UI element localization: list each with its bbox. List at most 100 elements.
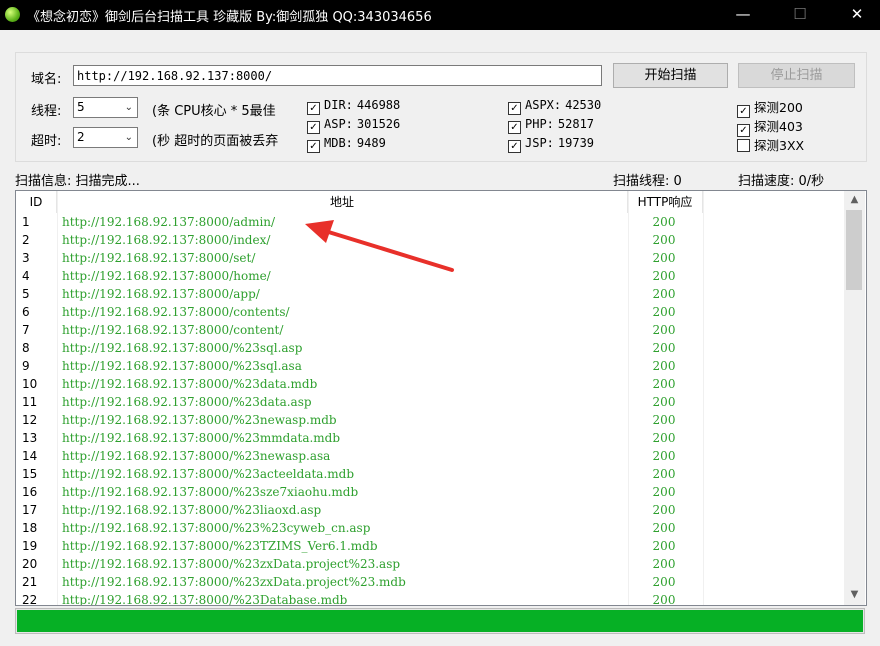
dict-php-checkbox[interactable]: ✓ PHP: 52817 [508,116,594,134]
row-id: 17 [22,503,38,517]
row-url[interactable]: http://192.168.92.137:8000/content/ [62,321,283,339]
row-url[interactable]: http://192.168.92.137:8000/index/ [62,231,270,249]
row-url[interactable]: http://192.168.92.137:8000/%23zxData.pro… [62,573,406,591]
window-title: 《想念初恋》御剑后台扫描工具 珍藏版 By:御剑孤独 QQ:343034656 [27,10,432,25]
column-header-address[interactable]: 地址 [57,191,628,213]
dict-asp-checkbox[interactable]: ✓ ASP: 301526 [307,116,400,134]
row-http-status: 200 [652,413,676,427]
table-row[interactable]: 22 http://192.168.92.137:8000/%23Database… [16,591,844,606]
row-url[interactable]: http://192.168.92.137:8000/%23data.asp [62,393,312,411]
row-url[interactable]: http://192.168.92.137:8000/contents/ [62,303,290,321]
row-http-status: 200 [652,449,676,463]
probe-200-checkbox[interactable]: ✓ 探测200 [737,97,803,118]
row-url[interactable]: http://192.168.92.137:8000/%23zxData.pro… [62,555,400,573]
table-row[interactable]: 20 http://192.168.92.137:8000/%23zxData.p… [16,555,844,573]
maximize-button[interactable]: ☐ [777,0,823,30]
row-id: 22 [22,593,38,606]
table-body: 1 http://192.168.92.137:8000/admin/200 2 ht… [16,213,844,606]
probe-403-checkbox[interactable]: ✓ 探测403 [737,116,803,137]
timeout-label: 超时: [31,134,62,149]
threads-select[interactable]: 5 ⌄ [73,97,138,118]
table-row[interactable]: 6 http://192.168.92.137:8000/contents/200 [16,303,844,321]
row-id: 14 [22,449,38,463]
row-http-status: 200 [652,395,676,409]
row-url[interactable]: http://192.168.92.137:8000/%23mmdata.mdb [62,429,340,447]
dict-dir-checkbox[interactable]: ✓ DIR: 446988 [307,97,400,115]
table-row[interactable]: 18 http://192.168.92.137:8000/%23%23cyweb… [16,519,844,537]
scroll-up-icon[interactable]: ▲ [844,191,865,208]
check-icon: ✓ [307,102,320,115]
minimize-button[interactable]: — [720,0,766,30]
start-scan-button[interactable]: 开始扫描 [613,63,728,88]
row-id: 20 [22,557,38,571]
row-url[interactable]: http://192.168.92.137:8000/%23data.mdb [62,375,317,393]
row-url[interactable]: http://192.168.92.137:8000/%23newasp.asa [62,447,330,465]
row-url[interactable]: http://192.168.92.137:8000/%23%23cyweb_c… [62,519,370,537]
row-id: 16 [22,485,38,499]
table-row[interactable]: 15 http://192.168.92.137:8000/%23acteelda… [16,465,844,483]
close-button[interactable]: ✕ [834,0,880,30]
table-row[interactable]: 2 http://192.168.92.137:8000/index/200 [16,231,844,249]
probe-3xx-checkbox[interactable]: 探测3XX [737,135,804,154]
row-url[interactable]: http://192.168.92.137:8000/%23sql.asp [62,339,302,357]
row-http-status: 200 [652,341,676,355]
table-row[interactable]: 12 http://192.168.92.137:8000/%23newasp.m… [16,411,844,429]
table-row[interactable]: 9 http://192.168.92.137:8000/%23sql.asa 20… [16,357,844,375]
row-url[interactable]: http://192.168.92.137:8000/app/ [62,285,260,303]
app-icon [5,7,20,22]
row-url[interactable]: http://192.168.92.137:8000/%23sql.asa [62,357,302,375]
row-url[interactable]: http://192.168.92.137:8000/admin/ [62,213,275,231]
table-row[interactable]: 17 http://192.168.92.137:8000/%23liaoxd.a… [16,501,844,519]
domain-input[interactable]: http://192.168.92.137:8000/ [73,65,602,86]
row-http-status: 200 [652,323,676,337]
row-url[interactable]: http://192.168.92.137:8000/%23Database.m… [62,591,347,605]
table-row[interactable]: 21 http://192.168.92.137:8000/%23zxData.p… [16,573,844,591]
row-http-status: 200 [652,539,676,553]
table-header: ID 地址 HTTP响应 [16,191,844,213]
chevron-down-icon: ⌄ [124,132,133,143]
row-url[interactable]: http://192.168.92.137:8000/%23sze7xiaohu… [62,483,358,501]
table-row[interactable]: 8 http://192.168.92.137:8000/%23sql.asp 20… [16,339,844,357]
row-url[interactable]: http://192.168.92.137:8000/home/ [62,267,271,285]
table-row[interactable]: 3 http://192.168.92.137:8000/set/200 [16,249,844,267]
timeout-note: (秒 超时的页面被丢弃 [152,134,279,149]
row-http-status: 200 [652,503,676,517]
column-header-http-response[interactable]: HTTP响应 [628,191,703,213]
row-http-status: 200 [652,521,676,535]
row-url[interactable]: http://192.168.92.137:8000/%23acteeldata… [62,465,354,483]
row-id: 13 [22,431,38,445]
row-http-status: 200 [652,485,676,499]
scrollbar-thumb[interactable] [846,210,862,290]
table-row[interactable]: 11 http://192.168.92.137:8000/%23data.asp… [16,393,844,411]
scroll-down-icon[interactable]: ▼ [844,586,865,603]
table-row[interactable]: 14 http://192.168.92.137:8000/%23newasp.a… [16,447,844,465]
column-header-id[interactable]: ID [16,191,57,213]
timeout-select[interactable]: 2 ⌄ [73,127,138,148]
row-url[interactable]: http://192.168.92.137:8000/%23TZIMS_Ver6… [62,537,378,555]
row-id: 11 [22,395,38,409]
table-row[interactable]: 4 http://192.168.92.137:8000/home/200 [16,267,844,285]
table-row[interactable]: 1 http://192.168.92.137:8000/admin/200 [16,213,844,231]
row-url[interactable]: http://192.168.92.137:8000/%23newasp.mdb [62,411,337,429]
table-row[interactable]: 7 http://192.168.92.137:8000/content/200 [16,321,844,339]
row-url[interactable]: http://192.168.92.137:8000/%23liaoxd.asp [62,501,321,519]
vertical-scrollbar[interactable]: ▲ ▼ [844,191,865,605]
stop-scan-button[interactable]: 停止扫描 [738,63,855,88]
row-id: 3 [22,251,30,265]
check-icon: ✓ [307,140,320,153]
dict-aspx-checkbox[interactable]: ✓ ASPX: 42530 [508,97,601,115]
table-row[interactable]: 16 http://192.168.92.137:8000/%23sze7xiao… [16,483,844,501]
table-row[interactable]: 5 http://192.168.92.137:8000/app/200 [16,285,844,303]
table-row[interactable]: 10 http://192.168.92.137:8000/%23data.mdb… [16,375,844,393]
row-url[interactable]: http://192.168.92.137:8000/set/ [62,249,255,267]
check-icon: ✓ [307,121,320,134]
dict-mdb-checkbox[interactable]: ✓ MDB: 9489 [307,135,386,153]
table-row[interactable]: 19 http://192.168.92.137:8000/%23TZIMS_Ve… [16,537,844,555]
results-table[interactable]: ID 地址 HTTP响应 1 http://192.168.92.137:8000… [15,190,867,606]
row-http-status: 200 [652,251,676,265]
check-icon: ✓ [508,121,521,134]
dict-jsp-checkbox[interactable]: ✓ JSP: 19739 [508,135,594,153]
row-http-status: 200 [652,431,676,445]
table-row[interactable]: 13 http://192.168.92.137:8000/%23mmdata.m… [16,429,844,447]
row-id: 9 [22,359,30,373]
